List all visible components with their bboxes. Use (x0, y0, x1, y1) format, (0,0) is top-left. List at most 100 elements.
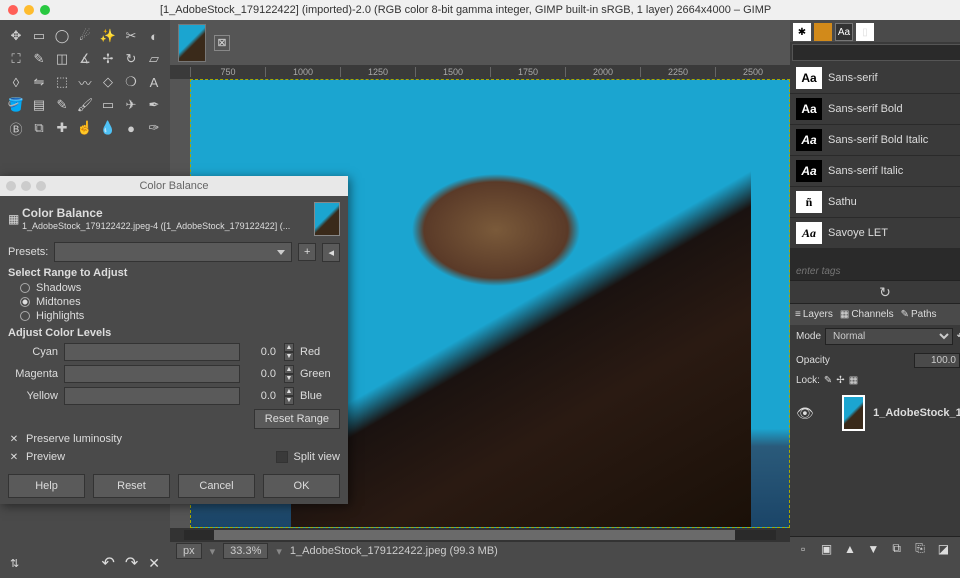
close-image-button[interactable]: ⊠ (214, 35, 230, 51)
reset-range-button[interactable]: Reset Range (254, 409, 340, 429)
radio-shadows[interactable]: Shadows (8, 281, 340, 295)
font-item[interactable]: AaSans-serif (790, 63, 960, 94)
spin-down[interactable]: ▼ (284, 352, 294, 361)
unified-transform-tool[interactable]: ◫ (52, 49, 72, 69)
font-item[interactable]: AaSavoye LET (790, 218, 960, 249)
perspective-tool[interactable]: ◊ (6, 72, 26, 92)
layer-visibility-icon[interactable]: 👁 (796, 405, 812, 422)
lock-pixels-icon[interactable]: ✎ (824, 375, 832, 386)
preserve-luminosity-checkbox[interactable]: ✕Preserve luminosity (8, 433, 340, 445)
spin-up[interactable]: ▲ (284, 343, 294, 352)
minimize-window-button[interactable] (24, 5, 34, 15)
lock-position-icon[interactable]: ✢ (836, 375, 844, 386)
mode-reset-icon[interactable]: ↶ (957, 331, 960, 342)
image-tab-thumb[interactable] (178, 24, 206, 62)
dodge-tool[interactable]: ● (121, 118, 141, 138)
free-select-tool[interactable]: ☄ (75, 26, 95, 46)
options-icon[interactable]: ⇅ (10, 557, 19, 570)
tab-channels[interactable]: ▦ Channels (838, 307, 896, 322)
align-tool[interactable]: ✢ (98, 49, 118, 69)
unit-select[interactable]: px (176, 543, 202, 559)
new-layer-button[interactable]: ▫ (794, 540, 812, 558)
cage-tool[interactable]: ⬚ (52, 72, 72, 92)
magenta-green-value[interactable]: 0.0 (246, 368, 278, 380)
yellow-blue-slider[interactable] (64, 387, 240, 405)
undo-button[interactable]: ↶ (101, 553, 114, 573)
handle-transform-tool[interactable]: ◇ (98, 72, 118, 92)
radio-highlights[interactable]: Highlights (8, 309, 340, 323)
ink-tool[interactable]: ✒ (144, 95, 164, 115)
duplicate-layer-button[interactable]: ⧉ (888, 540, 906, 558)
brushes-tab-icon[interactable]: ✱ (793, 23, 811, 41)
horizontal-scrollbar[interactable] (170, 528, 790, 542)
eraser-tool[interactable]: ▭ (98, 95, 118, 115)
cyan-red-slider[interactable] (64, 343, 240, 361)
shear-tool[interactable]: ▱ (144, 49, 164, 69)
patterns-tab-icon[interactable] (814, 23, 832, 41)
dialog-titlebar[interactable]: Color Balance (0, 176, 348, 196)
foreground-select-tool[interactable]: ◐ (144, 26, 164, 46)
zoom-select[interactable]: 33.3% (223, 543, 268, 559)
opacity-input[interactable] (914, 353, 960, 368)
split-view-checkbox[interactable]: Split view (276, 451, 340, 463)
font-item[interactable]: AaSans-serif Italic (790, 156, 960, 187)
rotate-tool[interactable]: ↻ (121, 49, 141, 69)
pencil-tool[interactable]: ✎ (52, 95, 72, 115)
airbrush-tool[interactable]: ✈ (121, 95, 141, 115)
new-group-button[interactable]: ▣ (818, 540, 836, 558)
document-tab-icon[interactable]: ▯ (856, 23, 874, 41)
preview-checkbox[interactable]: ✕Preview (8, 451, 276, 463)
presets-dropdown[interactable] (54, 242, 292, 262)
measure-tool[interactable]: ∡ (75, 49, 95, 69)
cancel-button[interactable]: Cancel (178, 474, 255, 498)
preset-menu-button[interactable]: ◂ (322, 243, 340, 262)
dialog-zoom-button[interactable] (36, 181, 46, 191)
redo-button[interactable]: ↷ (125, 553, 138, 573)
ok-button[interactable]: OK (263, 474, 340, 498)
reset-button[interactable]: Reset (93, 474, 170, 498)
cyan-red-value[interactable]: 0.0 (246, 346, 278, 358)
flip-tool[interactable]: ⇋ (29, 72, 49, 92)
magenta-green-slider[interactable] (64, 365, 240, 383)
tab-layers[interactable]: ≡ Layers (793, 307, 835, 322)
mypaint-brush-tool[interactable]: Ⓑ (6, 118, 26, 138)
font-item[interactable]: ñSathu (790, 187, 960, 218)
gradient-tool[interactable]: ▤ (29, 95, 49, 115)
font-item[interactable]: AaSans-serif Bold (790, 94, 960, 125)
spin-down[interactable]: ▼ (284, 396, 294, 405)
blur-tool[interactable]: 💧 (98, 118, 118, 138)
ellipse-select-tool[interactable]: ◯ (52, 26, 72, 46)
heal-tool[interactable]: ✚ (52, 118, 72, 138)
move-tool[interactable]: ✥ (6, 26, 26, 46)
paths-tool[interactable]: ✑ (144, 118, 164, 138)
crop-tool[interactable]: ⛶ (6, 49, 26, 69)
fuzzy-select-tool[interactable]: ✨ (98, 26, 118, 46)
add-preset-button[interactable]: + (298, 243, 316, 261)
dialog-minimize-button[interactable] (21, 181, 31, 191)
spin-up[interactable]: ▲ (284, 365, 294, 374)
rect-select-tool[interactable]: ▭ (29, 26, 49, 46)
text-tool[interactable]: A (144, 72, 164, 92)
tags-input[interactable] (790, 263, 960, 280)
font-filter-input[interactable] (792, 44, 960, 61)
delete-button[interactable]: ✕ (148, 555, 160, 572)
lock-alpha-icon[interactable]: ▦ (849, 375, 858, 386)
yellow-blue-value[interactable]: 0.0 (246, 390, 278, 402)
layer-row[interactable]: 👁 1_AdobeStock_179 (790, 389, 960, 437)
blend-mode-select[interactable]: Normal (825, 328, 953, 345)
font-item[interactable]: AaSans-serif Bold Italic (790, 125, 960, 156)
warp-tool[interactable]: 〰 (75, 72, 95, 92)
smudge-tool[interactable]: ☝ (75, 118, 95, 138)
color-picker-tool[interactable]: ✎ (29, 49, 49, 69)
lower-layer-button[interactable]: ▼ (864, 540, 882, 558)
spin-up[interactable]: ▲ (284, 387, 294, 396)
close-window-button[interactable] (8, 5, 18, 15)
tab-paths[interactable]: ✎ Paths (899, 307, 939, 322)
maximize-window-button[interactable] (40, 5, 50, 15)
spin-down[interactable]: ▼ (284, 374, 294, 383)
radio-midtones[interactable]: Midtones (8, 295, 340, 309)
clone-tool[interactable]: ⧉ (29, 118, 49, 138)
merge-layer-button[interactable]: ⎘ (911, 540, 929, 558)
fonts-tab-icon[interactable]: Aa (835, 23, 853, 41)
paintbrush-tool[interactable]: 🖌 (75, 95, 95, 115)
